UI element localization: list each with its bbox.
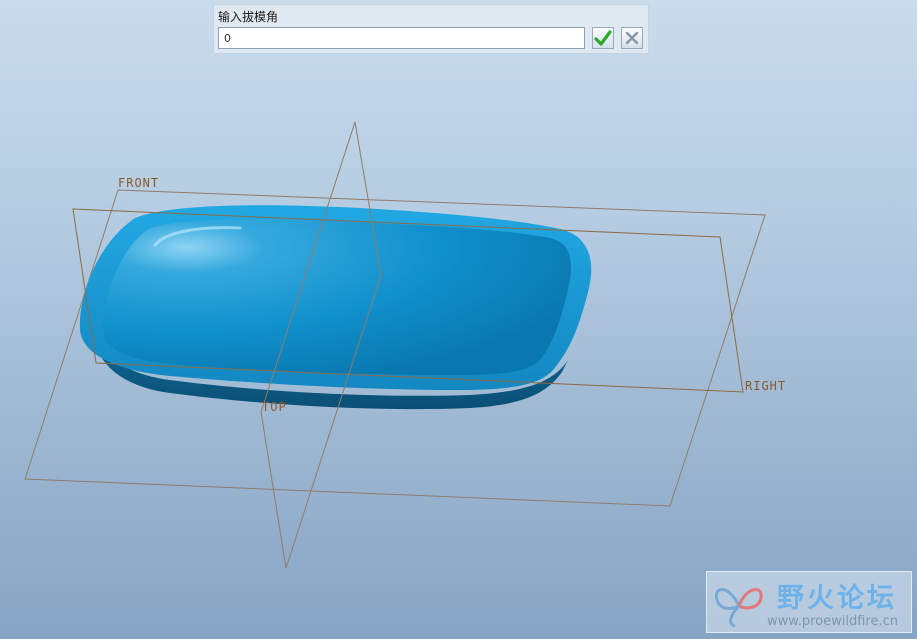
forum-watermark: 野火论坛 www.proewildfire.cn [706,571,912,633]
right-plane-label: RIGHT [745,379,787,393]
draft-angle-input[interactable] [218,27,585,49]
cancel-button[interactable] [621,27,643,49]
watermark-url: www.proewildfire.cn [767,614,898,629]
draft-angle-dialog: 输入拔模角 [213,4,649,54]
watermark-name: 野火论坛 [777,583,897,614]
butterfly-logo-icon [714,588,763,628]
dialog-prompt: 输入拔模角 [218,10,279,24]
checkmark-icon [594,30,612,46]
graphics-viewport[interactable]: FRONT TOP RIGHT [0,0,917,639]
tray-cavity [102,219,571,375]
confirm-button[interactable] [592,27,614,49]
model-scene[interactable] [0,0,917,639]
close-icon [625,31,639,45]
top-plane-label: TOP [262,400,287,414]
front-plane-label: FRONT [118,176,160,190]
